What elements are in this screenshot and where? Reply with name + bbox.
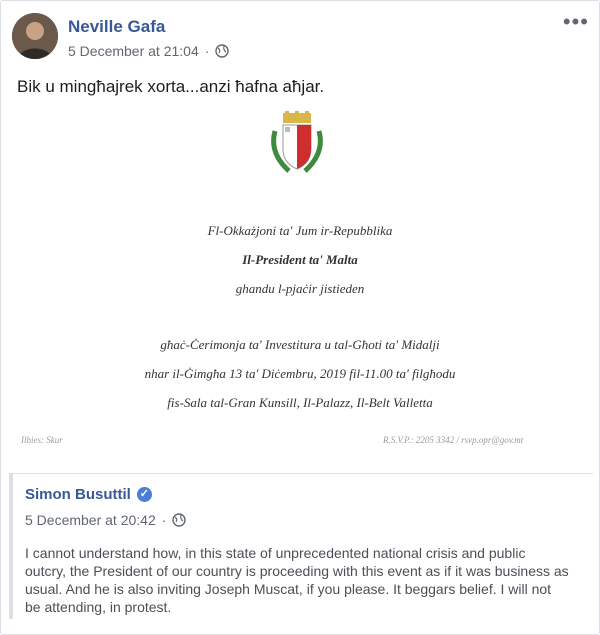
post-card: Neville Gafa 5 December at 21:04 · ••• B… [0,0,600,635]
malta-coat-of-arms-icon [271,111,323,173]
invitation-dress-code: Ilbies: Skur [21,435,63,445]
shared-post-meta: 5 December at 20:42 · [25,512,187,528]
globe-icon[interactable] [172,513,187,527]
invitation-line-date: nhar il-Ġimgħa 13 ta' Diċembru, 2019 fil… [144,366,456,381]
verified-badge-icon: ✓ [136,487,152,502]
avatar[interactable] [12,13,58,59]
shared-post-author: Simon Busuttil ✓ [25,486,152,503]
invitation-line-ceremony: għaċ-Ċerimonja ta' Investitura u tal-Għo… [160,337,440,352]
post-meta: 5 December at 21:04 · [68,43,230,59]
invitation-line-host: Il-President ta' Malta [242,252,358,267]
post-timestamp[interactable]: 5 December at 21:04 [68,43,199,59]
invitation-line-venue: fis-Sala tal-Gran Kunsill, Il-Palazz, Il… [167,395,433,410]
shared-post[interactable]: Simon Busuttil ✓ 5 December at 20:42 · I… [9,473,593,619]
invitation-rsvp: R.S.V.P.: 2205 3342 / rsvp.opr@gov.mt [383,435,524,445]
invitation-image[interactable]: Fl-Okkażjoni ta' Jum ir-Repubblika Il-Pr… [1,111,599,466]
shared-post-author-name[interactable]: Simon Busuttil [25,486,131,503]
post-text: Bik u mingħajrek xorta...anzi ħafna aħja… [17,77,325,96]
globe-icon[interactable] [215,44,230,58]
more-options-icon[interactable]: ••• [563,11,589,33]
shared-post-timestamp[interactable]: 5 December at 20:42 [25,512,156,528]
invitation-line-invites: ghandu l-pjaċir jistieden [235,281,365,296]
post-author-name[interactable]: Neville Gafa [68,17,165,37]
invitation-line-occasion: Fl-Okkażjoni ta' Jum ir-Repubblika [207,223,393,238]
shared-post-text: I cannot understand how, in this state o… [25,545,569,615]
